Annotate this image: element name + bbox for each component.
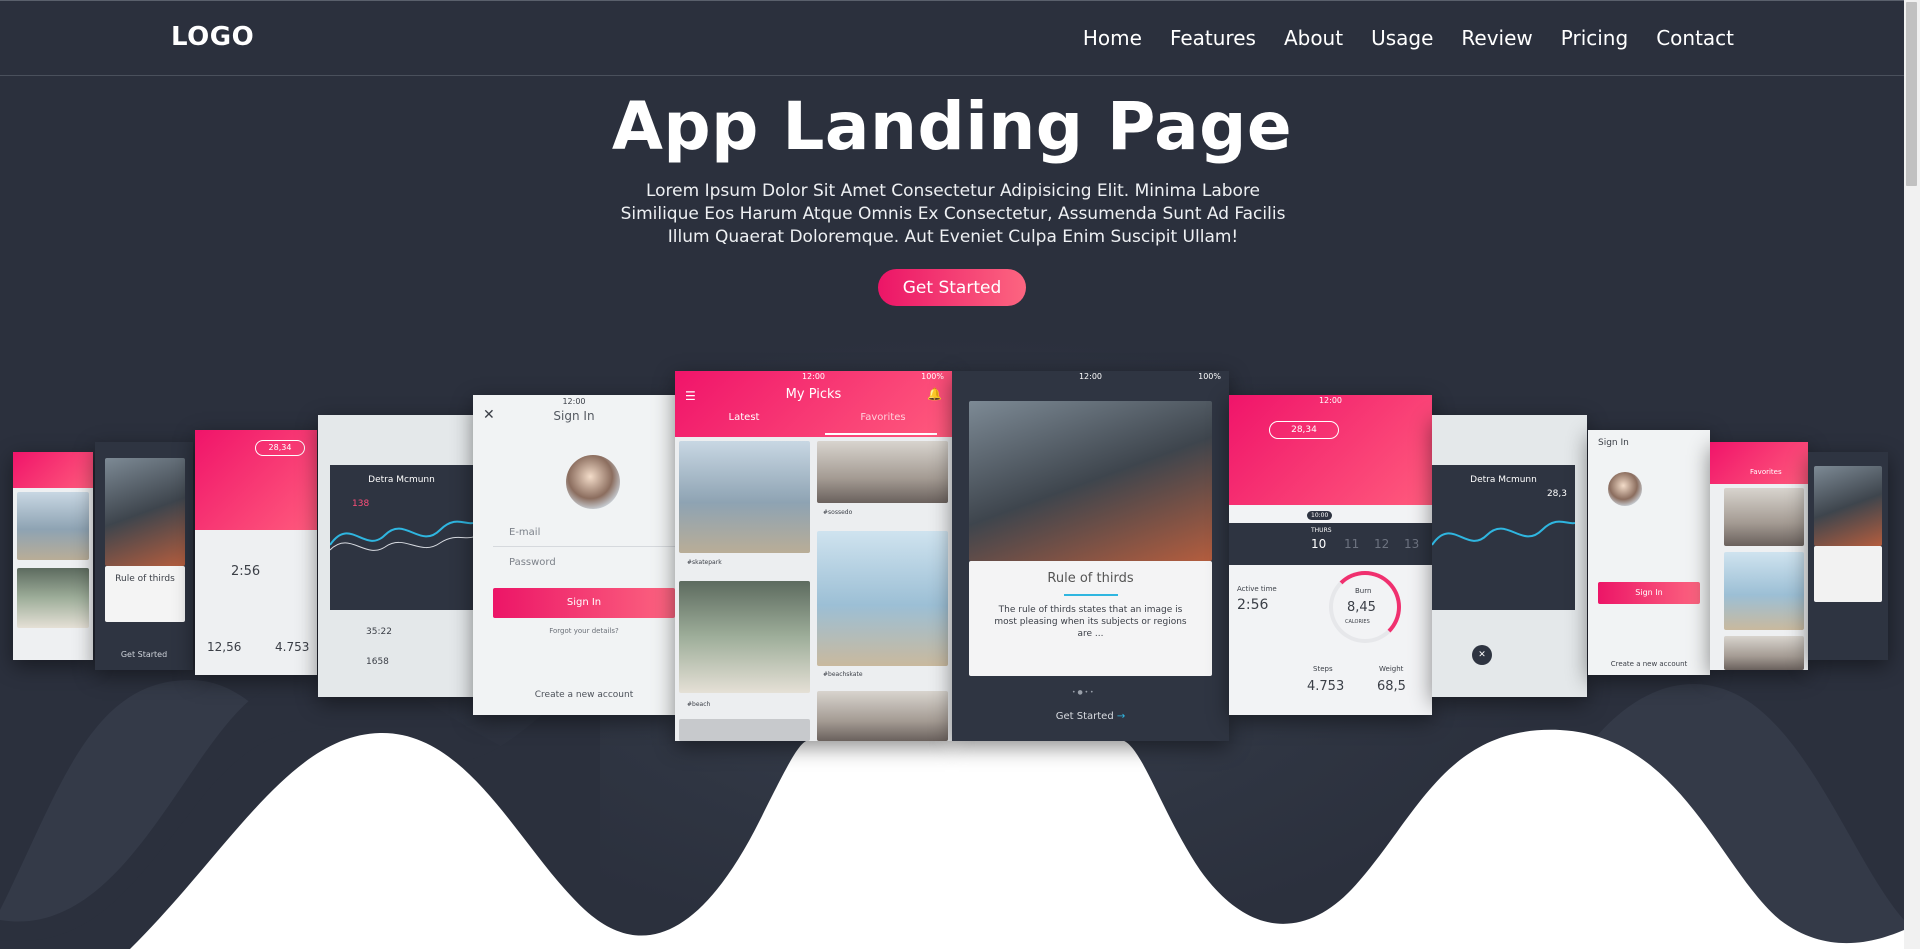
nav-contact[interactable]: Contact	[1656, 26, 1734, 50]
avatar	[566, 455, 620, 509]
arrow-right-icon: →	[1116, 711, 1126, 722]
screen-map-left: Detra Mcmunn 138 35:22 1658	[318, 415, 473, 697]
screen-onboarding: 12:00 100% Rule of thirds The rule of th…	[952, 371, 1229, 741]
screen-fitness-left: 28,34 2:56 12,56 4.753	[195, 430, 317, 675]
screen-onboard-left: Rule of thirds Get Started	[95, 442, 193, 670]
page: LOGO Home Features About Usage Review Pr…	[0, 0, 1904, 949]
create-account-link[interactable]: Create a new account	[493, 690, 675, 700]
get-started-button[interactable]: Get Started	[878, 269, 1026, 306]
nav-usage[interactable]: Usage	[1371, 26, 1433, 50]
forgot-link[interactable]: Forgot your details?	[493, 627, 675, 635]
onboard-title: Rule of thirds	[1047, 571, 1134, 586]
site-logo[interactable]: LOGO	[171, 22, 254, 52]
password-field[interactable]: Password	[493, 547, 675, 577]
hero-title: App Landing Page	[611, 88, 1293, 165]
screen-map-right: Detra Mcmunn 28,3 ✕	[1432, 415, 1587, 697]
screen-signin-right: Sign In Sign In Create a new account	[1588, 430, 1710, 675]
nav-home[interactable]: Home	[1083, 26, 1142, 50]
bell-icon[interactable]: 🔔	[927, 387, 942, 401]
onboard-get-started[interactable]: Get Started →	[952, 711, 1229, 722]
email-field[interactable]: E-mail	[493, 517, 675, 547]
nav-features[interactable]: Features	[1170, 26, 1256, 50]
nav-about[interactable]: About	[1284, 26, 1343, 50]
hero-description: Lorem Ipsum Dolor Sit Amet Consectetur A…	[620, 181, 1286, 247]
sign-in-button[interactable]: Sign In	[493, 588, 675, 618]
screen-my-picks: 12:00 100% ☰ My Picks 🔔 Latest Favorites…	[675, 371, 952, 741]
screen-picks-far-left	[13, 452, 93, 660]
site-header: LOGO Home Features About Usage Review Pr…	[0, 0, 1904, 76]
nav-review[interactable]: Review	[1461, 26, 1532, 50]
main-nav: Home Features About Usage Review Pricing…	[1083, 26, 1734, 50]
pagination-dots: • ● • •	[1072, 689, 1094, 696]
tab-favorites[interactable]: Favorites	[814, 412, 952, 423]
nav-pricing[interactable]: Pricing	[1561, 26, 1628, 50]
screen-onboard-far-right	[1808, 452, 1888, 660]
tab-latest[interactable]: Latest	[675, 412, 813, 423]
close-circle-icon[interactable]: ✕	[1472, 645, 1492, 665]
screen-picks-right: Favorites	[1710, 442, 1808, 670]
screen-signin: 12:00 ✕ Sign In E-mail Password Sign In …	[473, 395, 675, 715]
screen-fitness: 12:00 28,34 10:00 THURS 10 11 12 13 Acti…	[1229, 395, 1432, 715]
scrollbar-thumb[interactable]	[1906, 2, 1917, 186]
app-screens-showcase: Rule of thirds Get Started 28,34 2:56 12…	[0, 360, 1904, 760]
